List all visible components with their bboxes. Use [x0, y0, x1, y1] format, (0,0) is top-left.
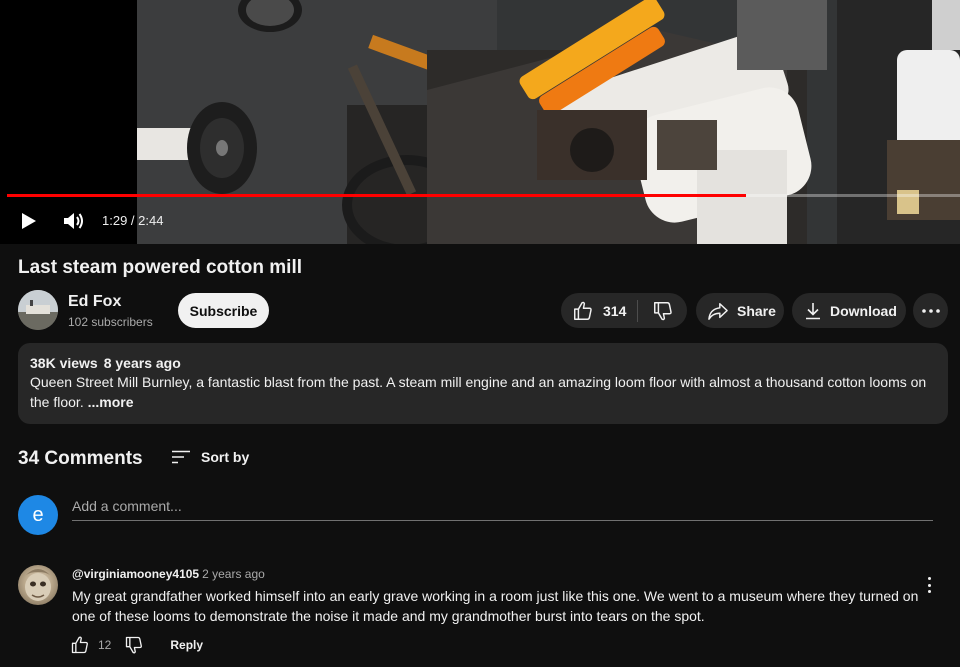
like-button[interactable]: 314: [561, 293, 637, 328]
volume-icon: [64, 213, 83, 229]
dislike-button[interactable]: [638, 293, 687, 328]
share-button[interactable]: Share: [696, 293, 784, 328]
description-text: Queen Street Mill Burnley, a fantastic b…: [30, 373, 936, 412]
channel-avatar[interactable]: [18, 290, 58, 330]
thumbs-up-icon: [71, 636, 88, 654]
thumbs-up-icon: [574, 301, 592, 320]
more-horizontal-icon: [921, 308, 940, 313]
more-actions-button[interactable]: [913, 293, 948, 328]
comment-text: My great grandfather worked himself into…: [72, 588, 919, 624]
download-icon: [806, 302, 820, 319]
current-user-avatar: e: [18, 495, 58, 535]
time-display: 1:29 / 2:44: [102, 213, 164, 228]
thumbs-down-icon: [126, 636, 143, 654]
progress-bar[interactable]: [7, 194, 960, 197]
comment-author-avatar[interactable]: [18, 565, 58, 605]
download-button[interactable]: Download: [792, 293, 906, 328]
comment-time[interactable]: 2 years ago: [202, 567, 265, 581]
volume-button[interactable]: [62, 210, 86, 232]
sort-by-label: Sort by: [201, 449, 250, 465]
subscribe-button[interactable]: Subscribe: [178, 293, 269, 328]
view-count: 38K views: [30, 355, 98, 371]
player-controls: 1:29 / 2:44: [0, 204, 960, 236]
description-box[interactable]: 38K views 8 years ago Queen Street Mill B…: [18, 343, 948, 424]
comment-menu-button[interactable]: [920, 575, 938, 595]
channel-avatar-image: [18, 290, 58, 330]
more-vertical-icon-dot: [927, 583, 931, 587]
comment-reply-button[interactable]: Reply: [170, 638, 203, 652]
sort-icon: [172, 450, 190, 464]
share-icon: [708, 302, 728, 320]
comment-author-avatar-image: [25, 569, 51, 601]
description-more-link[interactable]: ...more: [88, 394, 134, 410]
play-button[interactable]: [18, 210, 40, 232]
more-vertical-icon-dot: [927, 577, 931, 580]
comment-like-button[interactable]: 12: [70, 635, 111, 655]
comment-dislike-button[interactable]: [124, 635, 144, 655]
comments-count: 34 Comments: [18, 448, 143, 469]
description-meta: 38K views 8 years ago: [30, 355, 936, 371]
comment-header: @virginiamooney4105 2 years ago: [72, 567, 265, 581]
upload-age: 8 years ago: [103, 355, 181, 371]
progress-bar-fill: [7, 194, 746, 197]
subscriber-count: 102 subscribers: [68, 315, 153, 329]
play-icon: [22, 213, 36, 229]
video-title: Last steam powered cotton mill: [18, 257, 302, 278]
sort-by-button[interactable]: Sort by: [172, 449, 249, 465]
thumbs-down-icon: [653, 301, 672, 320]
add-comment-input[interactable]: Add a comment...: [72, 496, 933, 521]
video-player[interactable]: 1:29 / 2:44: [0, 0, 960, 244]
comment-author[interactable]: @virginiamooney4105: [72, 567, 199, 581]
like-count: 314: [603, 302, 627, 319]
share-label: Share: [737, 302, 776, 319]
comment-like-count: 12: [98, 638, 112, 652]
comment-actions: 12 Reply: [70, 634, 203, 656]
more-vertical-icon-dot: [927, 590, 931, 593]
channel-name[interactable]: Ed Fox: [68, 293, 121, 311]
like-dislike-group: 314: [561, 293, 687, 328]
download-label: Download: [830, 302, 897, 319]
description-body: Queen Street Mill Burnley, a fantastic b…: [30, 374, 927, 410]
